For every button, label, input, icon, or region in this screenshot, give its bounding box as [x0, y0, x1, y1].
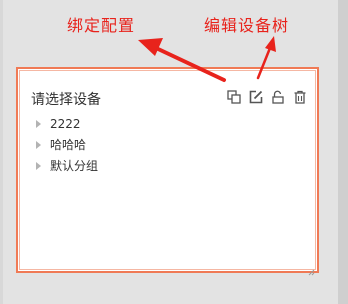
annotation-arrows [138, 36, 276, 82]
arrow-to-edit-icon [256, 36, 276, 80]
arrow-to-copy-icon [138, 38, 226, 82]
